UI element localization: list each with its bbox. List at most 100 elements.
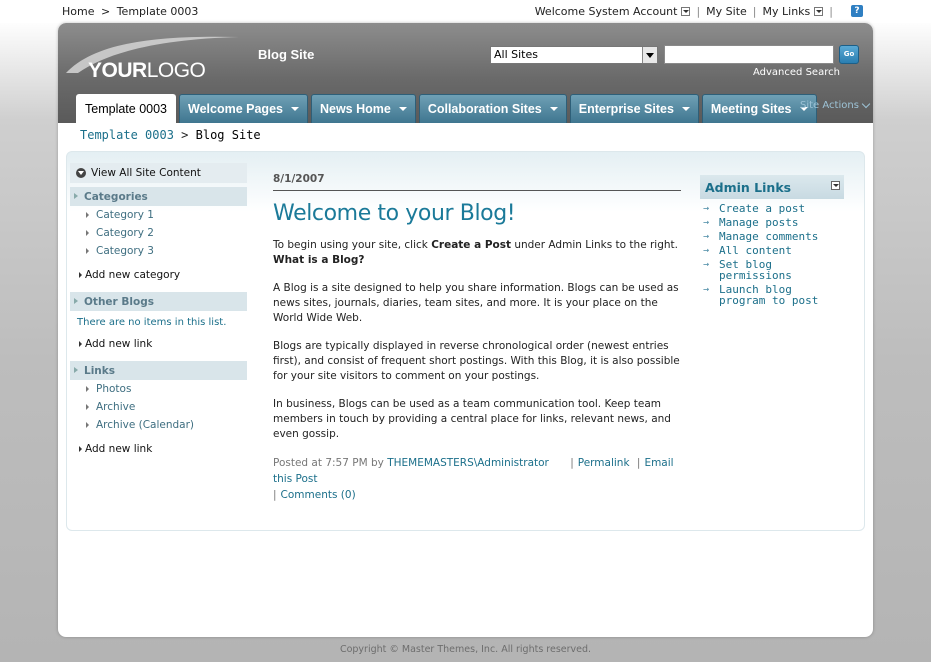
tab-welcome-pages[interactable]: Welcome Pages <box>179 94 308 123</box>
nav-item-archive-calendar[interactable]: Archive (Calendar) <box>70 416 247 434</box>
post-intro: To begin using your site, click Create a… <box>273 238 681 253</box>
site-header: YOURLOGO Blog Site All Sites Go Advanced… <box>58 23 873 123</box>
chevron-down-icon <box>398 107 407 111</box>
what-is-blog-text: What is a Blog? <box>273 254 365 266</box>
launch-blog-program-link[interactable]: Launch blog program to post <box>700 284 844 306</box>
tab-label: Template 0003 <box>85 102 168 116</box>
tab-template-0003[interactable]: Template 0003 <box>76 94 177 123</box>
post-title[interactable]: Welcome to your Blog! <box>273 201 681 226</box>
chevron-down-icon[interactable] <box>642 47 657 63</box>
breadcrumb-separator: > <box>100 5 111 18</box>
tab-label: Welcome Pages <box>188 102 283 116</box>
chevron-down-icon <box>290 107 299 111</box>
welcome-dropdown-icon[interactable] <box>681 7 691 16</box>
breadcrumb-separator: > <box>181 128 189 142</box>
site-logo[interactable]: YOURLOGO <box>64 33 239 83</box>
chevron-down-icon <box>549 107 558 111</box>
chevron-down-icon <box>861 99 871 109</box>
search-input[interactable] <box>664 45 834 64</box>
welcome-menu[interactable]: Welcome System Account <box>535 5 691 18</box>
tab-label: Collaboration Sites <box>427 102 542 116</box>
intro-text: To begin using your site, click <box>273 239 432 251</box>
admin-links-heading: Admin Links <box>700 175 844 199</box>
post-body: To begin using your site, click Create a… <box>273 238 681 442</box>
search-go-button[interactable]: Go <box>839 45 859 64</box>
tab-collaboration-sites[interactable]: Collaboration Sites <box>418 94 567 123</box>
tab-news-home[interactable]: News Home <box>310 94 416 123</box>
my-links-menu[interactable]: My Links <box>763 5 824 18</box>
breadcrumb-current: Template 0003 <box>116 5 199 18</box>
top-nav-tabs: Template 0003 Welcome Pages News Home Co… <box>76 94 820 123</box>
logo-bold-text: YOUR <box>88 59 147 82</box>
create-post-emphasis: Create a Post <box>431 239 511 251</box>
logo-text: YOURLOGO <box>88 59 206 83</box>
advanced-search-link[interactable]: Advanced Search <box>753 67 840 78</box>
intro-text-tail: under Admin Links to the right. <box>511 239 678 251</box>
my-links-text: My Links <box>762 5 811 18</box>
my-site-link[interactable]: My Site <box>706 5 747 18</box>
posted-at-text: Posted at 7:57 PM by <box>273 457 388 469</box>
nav-item-category-1[interactable]: Category 1 <box>70 206 247 224</box>
post-paragraph-1: A Blog is a site designed to help you sh… <box>273 282 679 324</box>
search-scope-select[interactable]: All Sites <box>490 46 658 64</box>
site-actions-label: Site Actions <box>800 100 859 111</box>
post-paragraph-2: Blogs are typically displayed in reverse… <box>273 340 680 382</box>
nav-item-category-2[interactable]: Category 2 <box>70 224 247 242</box>
breadcrumb-current: Blog Site <box>195 128 261 142</box>
quick-launch: View All Site Content Categories Categor… <box>70 163 247 458</box>
logo-light-text: LOGO <box>146 59 206 82</box>
breadcrumb: Template 0003 > Blog Site <box>80 128 261 142</box>
manage-posts-link[interactable]: Manage posts <box>700 217 844 228</box>
home-link[interactable]: Home <box>62 5 94 18</box>
site-shell: YOURLOGO Blog Site All Sites Go Advanced… <box>58 23 873 637</box>
divider: | <box>752 5 757 18</box>
breadcrumb-bar: Template 0003 > Blog Site <box>58 123 873 147</box>
user-menu-area: Welcome System Account | My Site | My Li… <box>535 5 839 18</box>
nav-item-archive[interactable]: Archive <box>70 398 247 416</box>
utility-bar: Home > Template 0003 Welcome System Acco… <box>0 0 931 23</box>
site-actions-menu[interactable]: Site Actions <box>800 99 871 111</box>
site-title[interactable]: Blog Site <box>258 47 314 62</box>
divider: | <box>696 5 701 18</box>
admin-links-title: Admin Links <box>705 179 792 195</box>
divider: | <box>829 5 833 18</box>
admin-links-panel: Admin Links Create a post Manage posts M… <box>700 175 844 309</box>
blog-post: 8/1/2007 Welcome to your Blog! To begin … <box>273 173 681 503</box>
collapse-dropdown-icon[interactable] <box>831 181 840 190</box>
chevron-down-icon <box>681 107 690 111</box>
nav-heading-links[interactable]: Links <box>70 361 247 380</box>
post-paragraph-3: In business, Blogs can be used as a team… <box>273 398 671 440</box>
manage-comments-link[interactable]: Manage comments <box>700 231 844 242</box>
breadcrumb-root-link[interactable]: Template 0003 <box>80 128 174 142</box>
view-all-icon <box>76 168 86 178</box>
admin-links-list: Create a post Manage posts Manage commen… <box>700 203 844 306</box>
nav-item-category-3[interactable]: Category 3 <box>70 242 247 260</box>
help-icon[interactable]: ? <box>851 5 863 17</box>
view-all-site-content[interactable]: View All Site Content <box>70 163 247 183</box>
add-new-link-button[interactable]: Add new link <box>70 440 247 458</box>
nav-item-photos[interactable]: Photos <box>70 380 247 398</box>
copyright-footer: Copyright © Master Themes, Inc. All righ… <box>339 644 592 655</box>
set-blog-permissions-link[interactable]: Set blog permissions <box>700 259 844 281</box>
add-new-category-link[interactable]: Add new category <box>70 266 247 284</box>
welcome-text: Welcome System Account <box>534 5 678 18</box>
comments-link[interactable]: Comments (0) <box>281 489 356 501</box>
nav-heading-categories[interactable]: Categories <box>70 187 247 206</box>
tab-enterprise-sites[interactable]: Enterprise Sites <box>569 94 699 123</box>
post-footer: Posted at 7:57 PM by THEMEMASTERS\Admini… <box>273 457 674 501</box>
tab-label: Meeting Sites <box>710 102 792 116</box>
post-date: 8/1/2007 <box>273 173 681 191</box>
tab-label: Enterprise Sites <box>578 102 674 116</box>
create-post-link[interactable]: Create a post <box>700 203 844 214</box>
author-link[interactable]: THEMEMASTERS\Administrator <box>387 457 549 469</box>
tab-label: News Home <box>319 102 391 116</box>
what-is-heading: What is a Blog? <box>273 253 681 268</box>
add-new-link-button[interactable]: Add new link <box>70 335 247 353</box>
permalink-link[interactable]: Permalink <box>578 457 630 469</box>
other-blogs-empty-message: There are no items in this list. <box>77 317 227 328</box>
all-content-link[interactable]: All content <box>700 245 844 256</box>
my-links-dropdown-icon[interactable] <box>814 7 824 16</box>
view-all-label: View All Site Content <box>91 167 201 179</box>
nav-heading-other-blogs[interactable]: Other Blogs <box>70 292 247 311</box>
search-scope-value: All Sites <box>494 48 538 61</box>
